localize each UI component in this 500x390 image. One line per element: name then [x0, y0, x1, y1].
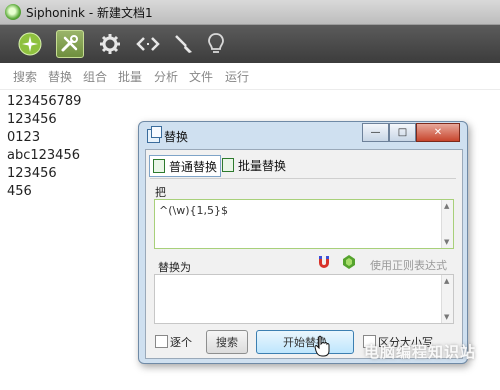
toolbar: [0, 25, 500, 63]
find-scrollbar[interactable]: ▲ ▼: [441, 200, 453, 248]
menu-analyze[interactable]: 分析: [154, 68, 178, 85]
gem-icon[interactable]: [342, 254, 356, 270]
tab-batch-replace[interactable]: 批量替换: [222, 155, 286, 175]
editor-line: 123456: [7, 112, 57, 127]
watermark-text: 电脑编程知识站: [364, 343, 477, 361]
replace-label: 替换为: [158, 261, 191, 274]
replace-input[interactable]: ▲ ▼: [154, 274, 454, 324]
menu-combine[interactable]: 组合: [83, 68, 107, 85]
dialog-body: 普通替换 批量替换 把 ^(\w){1,5}$ ▲▼ 替换为 使用正则表达式: [145, 149, 463, 359]
close-button[interactable]: ✕: [416, 123, 460, 142]
tab-label: 普通替换: [169, 159, 218, 174]
menu-bar: 搜索 替换 组合 批量 分析 文件 运行: [0, 63, 500, 90]
editor-line: 456: [7, 184, 32, 199]
copy-icon: [153, 159, 165, 173]
editor-line: 0123: [7, 130, 41, 145]
editor-line: 123456789: [7, 94, 82, 109]
editor-line: abc123456: [7, 148, 80, 163]
one-by-one-checkbox[interactable]: [155, 335, 168, 348]
hand-cursor-icon: [314, 335, 330, 357]
code-arrows-icon[interactable]: [134, 30, 162, 58]
find-input[interactable]: ^(\w){1,5}$ ▲ ▼: [154, 199, 454, 249]
menu-search[interactable]: 搜索: [13, 68, 37, 85]
lightbulb-icon[interactable]: [202, 30, 230, 58]
tools-icon[interactable]: [56, 30, 84, 58]
dialog-title-bar[interactable]: 替换 — □ ✕: [139, 122, 467, 148]
gear-icon[interactable]: [96, 30, 124, 58]
replace-dialog: 替换 — □ ✕ 普通替换 批量替换 把 ^(\w){1,5}$ ▲▼ 替换为: [138, 121, 468, 364]
search-button[interactable]: 搜索: [206, 330, 248, 354]
menu-replace[interactable]: 替换: [48, 68, 72, 85]
dialog-title: 替换: [164, 130, 189, 144]
minimize-button[interactable]: —: [362, 123, 389, 142]
brush-icon[interactable]: [170, 30, 198, 58]
menu-batch[interactable]: 批量: [118, 68, 142, 85]
app-title: Siphonink - 新建文档1: [26, 6, 153, 20]
tab-normal-replace[interactable]: 普通替换: [149, 155, 222, 177]
copy-icon: [222, 158, 234, 172]
dialog-icon: [147, 126, 162, 143]
menu-file[interactable]: 文件: [189, 68, 213, 85]
magnet-icon[interactable]: [316, 254, 332, 270]
siphonink-app-icon: [5, 4, 21, 20]
one-by-one-label: 逐个: [170, 336, 192, 349]
divider: [150, 178, 456, 179]
find-label: 把: [155, 186, 166, 199]
sparkle-logo-icon[interactable]: [16, 30, 44, 58]
menu-run[interactable]: 运行: [225, 68, 249, 85]
use-regex-option[interactable]: 使用正则表达式: [370, 257, 447, 273]
start-replace-button[interactable]: 开始替换: [256, 330, 354, 354]
editor-line: 123456: [7, 166, 57, 181]
maximize-button[interactable]: □: [389, 123, 416, 142]
tab-label: 批量替换: [238, 158, 287, 173]
find-value: ^(\w){1,5}$: [159, 204, 228, 217]
replace-scrollbar[interactable]: ▲ ▼: [441, 275, 453, 323]
app-title-bar: Siphonink - 新建文档1: [0, 0, 500, 25]
